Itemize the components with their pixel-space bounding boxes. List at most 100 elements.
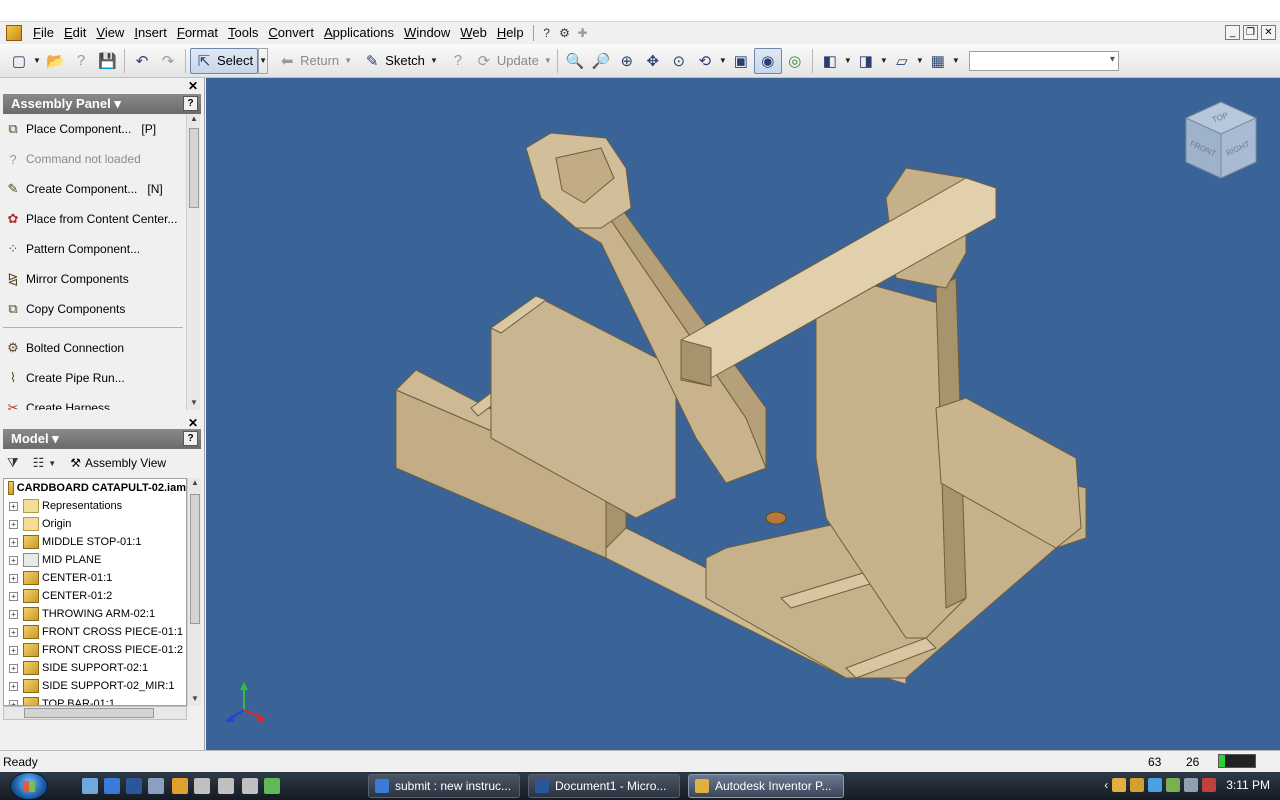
expand-icon[interactable]: +: [9, 537, 18, 547]
help-icon[interactable]: ?: [183, 431, 198, 446]
middle-stop-dowel[interactable]: [765, 511, 787, 525]
select-dropdown-icon[interactable]: ▼: [258, 47, 269, 74]
display-mode-button[interactable]: ◧: [817, 48, 843, 74]
taskbar-item-word[interactable]: Document1 - Micro...: [528, 774, 680, 798]
redo-button[interactable]: ↷: [155, 48, 181, 74]
model-panel-header[interactable]: Model ▾ ?: [3, 429, 201, 449]
tray-expand-icon[interactable]: ‹: [1104, 778, 1108, 792]
create-component-command[interactable]: ✎ Create Component... [N]: [3, 174, 183, 204]
tree-node[interactable]: + MID PLANE: [4, 551, 186, 569]
expand-icon[interactable]: +: [9, 591, 18, 601]
panel-close-icon[interactable]: ✕: [188, 79, 198, 93]
section-view-button[interactable]: ▱: [889, 48, 915, 74]
display-mode-dropdown-icon[interactable]: ▼: [843, 56, 853, 65]
script-icon[interactable]: [242, 778, 258, 794]
security-shield-icon[interactable]: [1130, 778, 1145, 792]
expand-icon[interactable]: +: [9, 627, 18, 637]
menu-window[interactable]: Window: [399, 23, 455, 43]
tree-node[interactable]: + THROWING ARM-02:1: [4, 605, 186, 623]
zoom-button[interactable]: ⊕: [614, 48, 640, 74]
section-dropdown-icon[interactable]: ▼: [915, 56, 925, 65]
tree-node[interactable]: + Origin: [4, 515, 186, 533]
panel-close-icon[interactable]: ✕: [188, 416, 198, 430]
scroll-thumb[interactable]: [190, 494, 200, 624]
color-button[interactable]: ▦: [925, 48, 951, 74]
select-button[interactable]: ⇱ Select: [190, 47, 259, 74]
expand-icon[interactable]: +: [9, 555, 18, 565]
media-player-icon[interactable]: [172, 778, 188, 794]
internet-explorer-icon[interactable]: [104, 778, 120, 794]
sketch-button[interactable]: ✎ Sketch: [359, 48, 429, 74]
tree-node[interactable]: + MIDDLE STOP-01:1: [4, 533, 186, 551]
minimize-icon[interactable]: _: [1225, 25, 1240, 40]
tree-node[interactable]: + CENTER-01:1: [4, 569, 186, 587]
new-file-button[interactable]: ▢: [6, 48, 32, 74]
bolted-connection-command[interactable]: ⚙ Bolted Connection: [3, 333, 183, 363]
rotate-button[interactable]: ⟲: [692, 48, 718, 74]
realistic-display-button[interactable]: ◎: [782, 48, 808, 74]
network-icon[interactable]: [1184, 778, 1199, 792]
menu-format[interactable]: Format: [172, 23, 223, 43]
tray-app-icon[interactable]: [1166, 778, 1181, 792]
scroll-thumb[interactable]: [189, 128, 199, 208]
assembly-panel-scrollbar[interactable]: ▲ ▼: [186, 114, 200, 410]
tree-node[interactable]: + Representations: [4, 497, 186, 515]
return-dropdown-icon[interactable]: ▼: [343, 56, 353, 65]
menu-insert[interactable]: Insert: [129, 23, 172, 43]
graphics-viewport[interactable]: TOP FRONT RIGHT: [206, 78, 1280, 750]
rotate-dropdown-icon[interactable]: ▼: [718, 56, 728, 65]
tray-app-icon[interactable]: [1112, 778, 1127, 792]
create-harness-command[interactable]: ✂ Create Harness...: [3, 393, 183, 410]
tree-node[interactable]: + FRONT CROSS PIECE-01:2: [4, 641, 186, 659]
hierarchy-dropdown-icon[interactable]: ▼: [48, 459, 56, 468]
scroll-thumb[interactable]: [24, 708, 154, 718]
new-file-dropdown-icon[interactable]: ▼: [32, 56, 42, 65]
assembly-panel-header[interactable]: Assembly Panel ▾ ?: [3, 94, 201, 114]
hierarchy-icon[interactable]: ☷: [33, 455, 45, 471]
expand-icon[interactable]: +: [9, 501, 18, 511]
script-icon[interactable]: [218, 778, 234, 794]
menu-view[interactable]: View: [91, 23, 129, 43]
sketch-dropdown-icon[interactable]: ▼: [429, 56, 439, 65]
expand-icon[interactable]: +: [9, 573, 18, 583]
place-from-content-center-command[interactable]: ✿ Place from Content Center...: [3, 204, 183, 234]
tree-node[interactable]: + SIDE SUPPORT-02_MIR:1: [4, 677, 186, 695]
filter-icon[interactable]: ⧩: [7, 455, 19, 471]
tree-node[interactable]: + CENTER-01:2: [4, 587, 186, 605]
inventor-app-icon[interactable]: [6, 25, 22, 41]
look-at-button[interactable]: ▣: [728, 48, 754, 74]
create-pipe-run-command[interactable]: ⌇ Create Pipe Run...: [3, 363, 183, 393]
zoom-selected-button[interactable]: ⊙: [666, 48, 692, 74]
clock[interactable]: 3:11 PM: [1226, 778, 1270, 792]
help-question-icon[interactable]: ?: [538, 24, 556, 42]
window-switcher-icon[interactable]: [148, 778, 164, 794]
model-tree-vscrollbar[interactable]: ▲ ▼: [187, 478, 201, 706]
show-desktop-icon[interactable]: [82, 778, 98, 794]
expand-icon[interactable]: +: [9, 519, 18, 529]
camera-dropdown-icon[interactable]: ▼: [879, 56, 889, 65]
camera-button[interactable]: ◨: [853, 48, 879, 74]
tree-node[interactable]: + SIDE SUPPORT-02:1: [4, 659, 186, 677]
tree-root[interactable]: CARDBOARD CATAPULT-02.iam: [4, 479, 186, 497]
command-not-loaded[interactable]: ? Command not loaded: [3, 144, 183, 174]
add-plus-icon[interactable]: ✚: [574, 24, 592, 42]
scroll-down-icon[interactable]: ▼: [187, 398, 201, 410]
undo-button[interactable]: ↶: [129, 48, 155, 74]
scroll-up-icon[interactable]: ▲: [187, 114, 201, 126]
scroll-down-icon[interactable]: ▼: [188, 694, 202, 706]
model-tree-hscrollbar[interactable]: [3, 706, 187, 720]
menu-help[interactable]: Help: [492, 23, 529, 43]
assembly-view-button[interactable]: ⚒ Assembly View: [70, 456, 166, 470]
whats-this-icon[interactable]: ⚙: [556, 24, 574, 42]
volume-muted-icon[interactable]: [1202, 778, 1217, 792]
menu-edit[interactable]: Edit: [59, 23, 91, 43]
messenger-icon[interactable]: [264, 778, 280, 794]
shaded-display-button[interactable]: ◉: [753, 47, 782, 74]
expand-icon[interactable]: +: [9, 645, 18, 655]
color-dropdown-icon[interactable]: ▼: [951, 56, 961, 65]
expand-icon[interactable]: +: [9, 681, 18, 691]
pan-button[interactable]: ✥: [640, 48, 666, 74]
help-icon[interactable]: ?: [183, 96, 198, 111]
update-dropdown-icon[interactable]: ▼: [543, 56, 553, 65]
projects-button[interactable]: ?: [68, 48, 94, 74]
